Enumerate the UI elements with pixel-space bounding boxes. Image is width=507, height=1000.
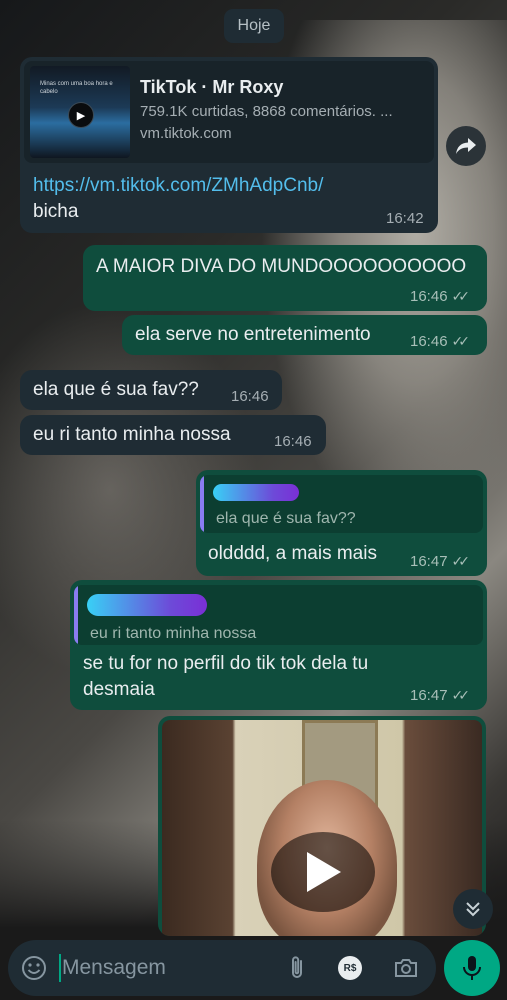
link-preview-thumbnail: Minas com uma boa hora e cabelo ▶: [30, 66, 130, 158]
emoji-icon[interactable]: [20, 954, 48, 982]
message-outgoing-video[interactable]: [158, 716, 486, 936]
message-text: bicha: [33, 201, 79, 222]
forward-icon[interactable]: [446, 126, 486, 166]
double-chevron-down-icon[interactable]: [453, 889, 493, 929]
message-outgoing-reply[interactable]: eu ri tanto minha nossa se tu for no per…: [70, 580, 487, 710]
read-ticks-icon: ✓✓: [451, 553, 471, 569]
quoted-author: [87, 594, 207, 616]
message-outgoing[interactable]: A MAIOR DIVA DO MUNDOOOOOOOOOO 16:46 ✓✓: [83, 245, 487, 311]
rs-payment-icon[interactable]: R$: [338, 956, 362, 980]
message-text: A MAIOR DIVA DO MUNDOOOOOOOOOO: [96, 256, 467, 277]
quoted-text: eu ri tanto minha nossa: [90, 625, 257, 642]
link-preview-card[interactable]: Minas com uma boa hora e cabelo ▶ TikTok…: [24, 61, 434, 163]
link-preview-title: TikTok · Mr Roxy: [140, 77, 284, 97]
read-ticks-icon: ✓✓: [451, 687, 471, 703]
paperclip-icon[interactable]: [284, 954, 312, 982]
camera-icon[interactable]: [392, 954, 420, 982]
microphone-icon[interactable]: [444, 940, 500, 996]
quote-accent-bar: [200, 475, 204, 533]
message-time: 16:46: [274, 433, 312, 450]
message-time: 16:46: [231, 388, 269, 405]
message-time: 16:42: [386, 210, 424, 227]
message-text: eu ri tanto minha nossa: [33, 424, 231, 445]
video-thumbnail[interactable]: [162, 720, 482, 936]
quoted-text: ela que é sua fav??: [216, 510, 356, 527]
play-icon: ▶: [68, 102, 94, 128]
message-link[interactable]: https://vm.tiktok.com/ZMhAdpCnb/: [33, 173, 323, 199]
message-text: se tu for no perfil do tik tok dela tu d…: [83, 653, 369, 700]
read-ticks-icon: ✓✓: [451, 333, 471, 349]
read-ticks-icon: ✓✓: [451, 288, 471, 304]
thumbnail-caption: Minas com uma boa hora e cabelo: [40, 81, 113, 95]
quoted-message[interactable]: eu ri tanto minha nossa: [74, 585, 483, 645]
message-time: 16:46 ✓✓: [410, 333, 471, 350]
message-incoming[interactable]: ela que é sua fav?? 16:46: [20, 370, 282, 410]
message-text: oldddd, a mais mais: [208, 543, 377, 564]
message-outgoing-reply[interactable]: ela que é sua fav?? oldddd, a mais mais …: [196, 470, 487, 576]
message-time: 16:47 ✓✓: [410, 687, 471, 704]
quoted-message[interactable]: ela que é sua fav??: [200, 475, 483, 533]
link-preview-domain: vm.tiktok.com: [140, 125, 232, 142]
message-composer: R$: [8, 940, 436, 996]
quote-accent-bar: [74, 585, 78, 645]
play-icon[interactable]: [271, 832, 375, 912]
message-input[interactable]: [60, 952, 272, 984]
quoted-author: [213, 484, 299, 501]
message-text: ela serve no entretenimento: [135, 324, 371, 345]
message-time: 16:47 ✓✓: [410, 553, 471, 570]
message-outgoing[interactable]: ela serve no entretenimento 16:46 ✓✓: [122, 315, 487, 355]
date-separator: Hoje: [224, 9, 284, 43]
message-time: 16:46 ✓✓: [410, 288, 471, 305]
message-incoming-link[interactable]: Minas com uma boa hora e cabelo ▶ TikTok…: [20, 57, 438, 233]
message-text: ela que é sua fav??: [33, 379, 199, 400]
link-preview-description: 759.1K curtidas, 8868 comentários. ...: [140, 103, 393, 120]
message-incoming[interactable]: eu ri tanto minha nossa 16:46: [20, 415, 326, 455]
